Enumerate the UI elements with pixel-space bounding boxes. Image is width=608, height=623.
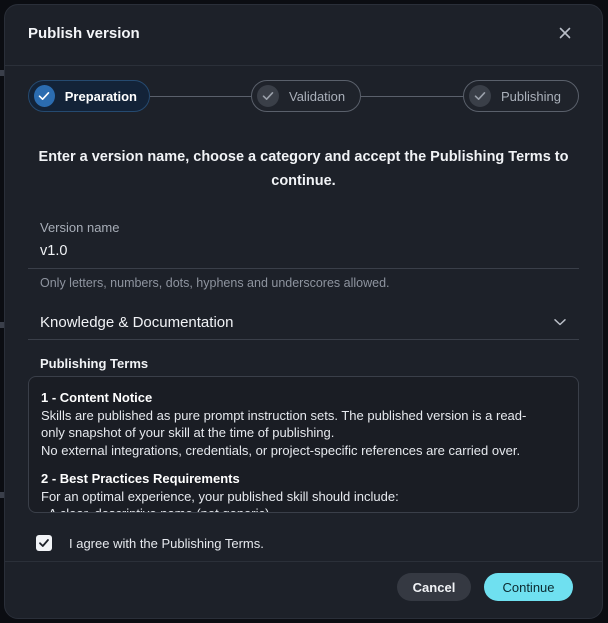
step-label: Validation: [289, 88, 346, 104]
terms-section-heading: 2 - Best Practices Requirements: [41, 471, 240, 486]
step-label: Preparation: [64, 88, 137, 104]
terms-paragraph: - A clear, descriptive name (not generic…: [41, 505, 548, 512]
check-icon: [39, 539, 49, 547]
terms-section-heading: 1 - Content Notice: [41, 390, 153, 405]
terms-scroll-box[interactable]: 1 - Content Notice Skills are published …: [28, 376, 579, 513]
agree-terms-row[interactable]: I agree with the Publishing Terms.: [36, 535, 264, 551]
check-icon: [34, 85, 55, 107]
category-value: Knowledge & Documentation: [40, 314, 234, 331]
step-publishing[interactable]: Publishing: [463, 80, 579, 112]
step-validation[interactable]: Validation: [251, 80, 361, 112]
chevron-down-icon[interactable]: [553, 315, 567, 334]
step-preparation[interactable]: Preparation: [28, 80, 150, 112]
agree-checkbox[interactable]: [36, 535, 52, 551]
cancel-button[interactable]: Cancel: [397, 573, 471, 601]
step-connector: [361, 96, 463, 97]
publish-version-dialog: Publish version Preparation Validation P…: [4, 4, 603, 619]
check-icon: [257, 85, 279, 107]
terms-title: Publishing Terms: [40, 356, 149, 371]
instruction-text: Enter a version name, choose a category …: [38, 149, 569, 189]
version-name-hint: Only letters, numbers, dots, hyphens and…: [40, 276, 390, 290]
terms-paragraph: Skills are published as pure prompt inst…: [41, 407, 527, 441]
step-label: Publishing: [501, 88, 561, 104]
version-name-input[interactable]: v1.0: [40, 243, 67, 259]
terms-paragraph: For an optimal experience, your publishe…: [41, 488, 399, 504]
version-name-label: Version name: [40, 220, 120, 235]
step-connector: [150, 96, 251, 97]
category-select[interactable]: Knowledge & Documentation: [28, 306, 579, 340]
terms-paragraph: No external integrations, credentials, o…: [41, 442, 521, 458]
close-icon[interactable]: [556, 24, 574, 42]
check-icon: [469, 85, 491, 107]
dialog-title: Publish version: [28, 25, 140, 42]
version-name-field[interactable]: Version name v1.0: [28, 211, 579, 269]
dialog-header: Publish version: [5, 5, 602, 66]
publish-stepper: Preparation Validation Publishing: [28, 80, 579, 114]
continue-button[interactable]: Continue: [484, 573, 573, 601]
agree-label: I agree with the Publishing Terms.: [69, 535, 264, 551]
